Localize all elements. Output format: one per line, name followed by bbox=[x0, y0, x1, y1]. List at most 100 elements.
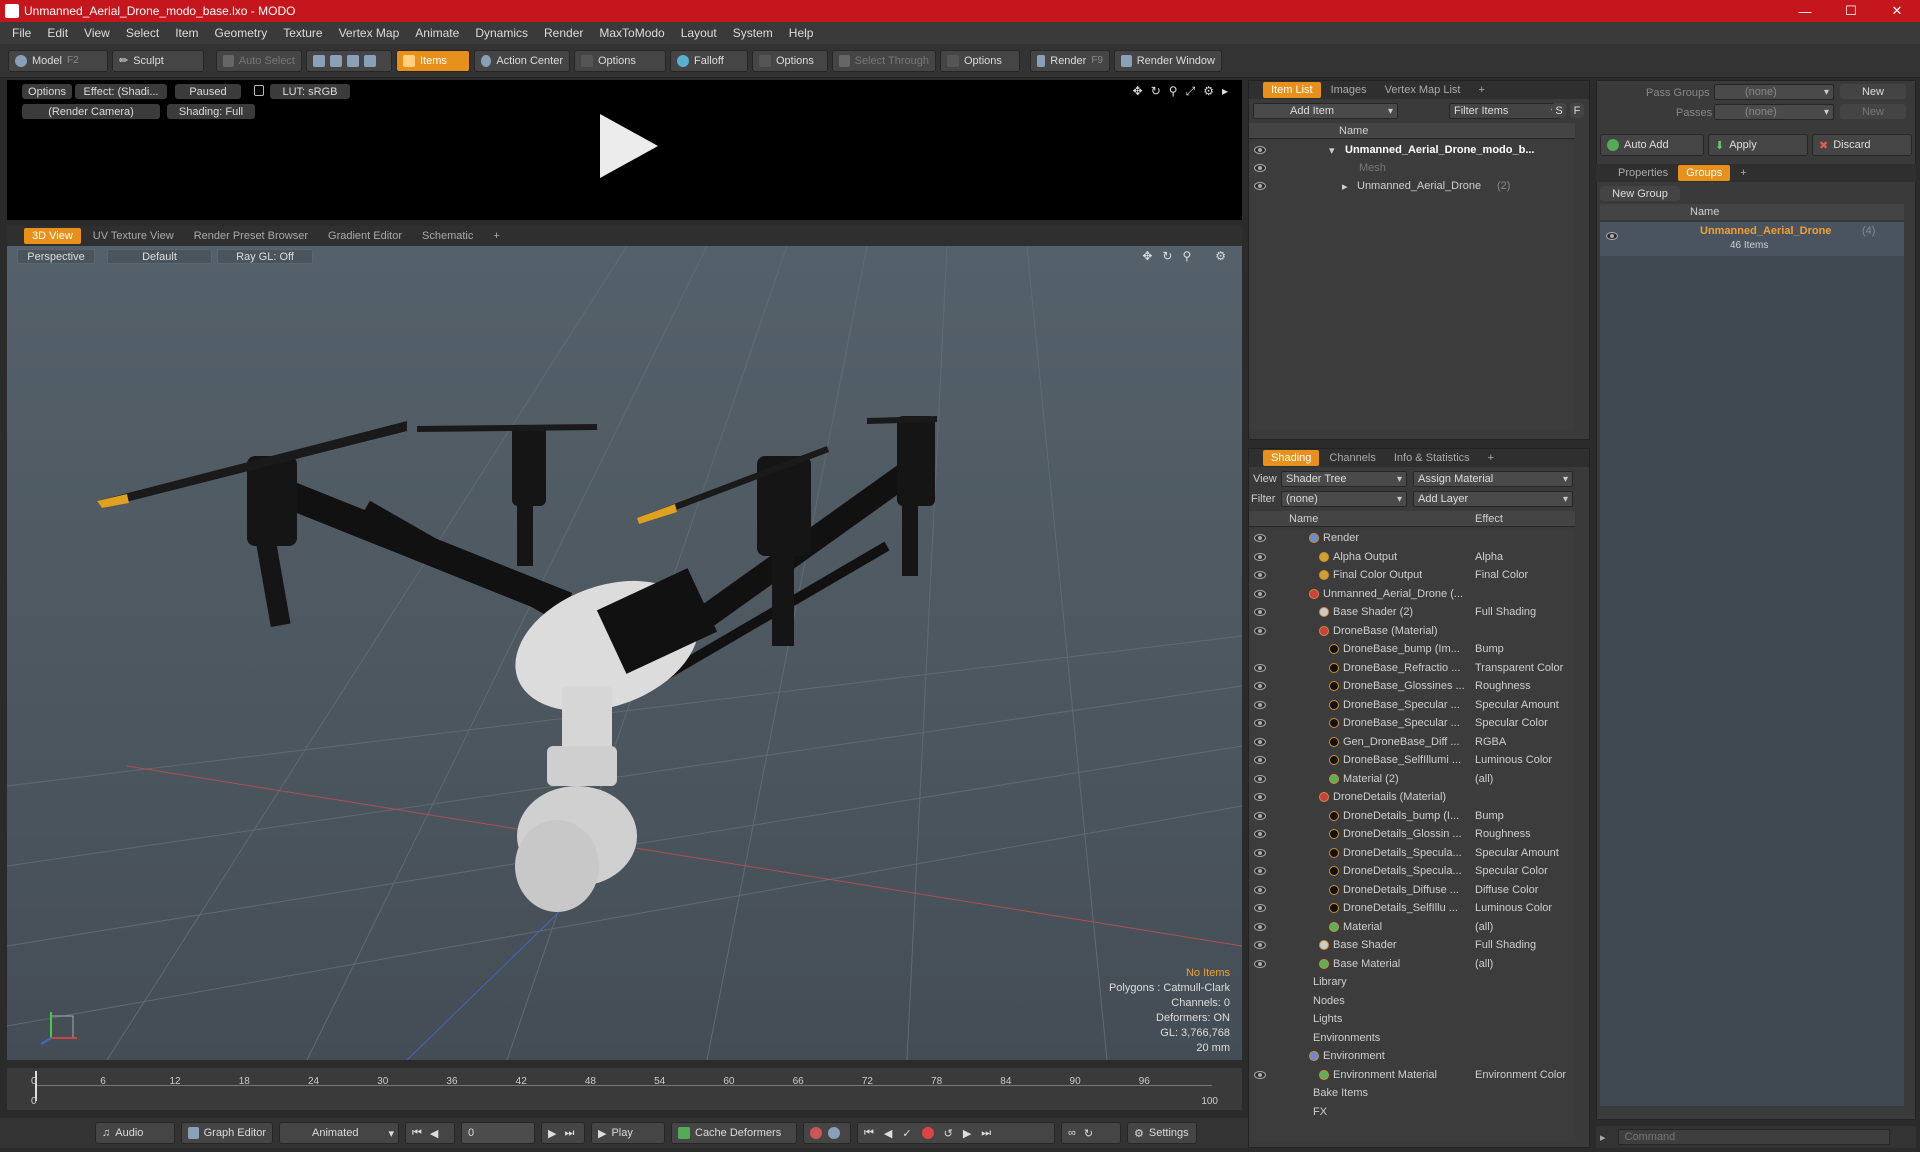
eye-icon[interactable] bbox=[1254, 1070, 1266, 1079]
auto-select-button[interactable]: Auto Select bbox=[216, 49, 302, 72]
shader-tree-row[interactable]: Base Material (all) bbox=[1249, 955, 1575, 973]
cache-deformers-button[interactable]: Cache Deformers bbox=[671, 1122, 797, 1144]
shader-tree-row[interactable]: Render bbox=[1249, 529, 1575, 547]
eye-icon[interactable] bbox=[1254, 830, 1266, 838]
new-pass-group-button[interactable]: New bbox=[1840, 84, 1906, 99]
prev-frame-icon[interactable]: ◀ bbox=[884, 1127, 892, 1140]
tree-row-scene[interactable]: ▾ Unmanned_Aerial_Drone_modo_b... bbox=[1249, 141, 1575, 159]
eye-icon[interactable] bbox=[1254, 164, 1266, 172]
effect-dropdown[interactable]: Effect: (Shadi... bbox=[75, 84, 167, 99]
timeline[interactable]: 0 6 12 18 24 30 36 42 48 54 60 66 72 78 84 90 96 0 100 bbox=[7, 1068, 1242, 1110]
shader-tree-row[interactable]: DroneDetails_bump (I... Bump bbox=[1249, 807, 1575, 825]
minimize-button[interactable]: — bbox=[1782, 0, 1828, 22]
layer-effect[interactable]: Roughness bbox=[1475, 828, 1573, 840]
tab-channels[interactable]: Channels bbox=[1321, 450, 1383, 466]
tab-properties[interactable]: Properties bbox=[1610, 165, 1676, 181]
add-tab-icon[interactable]: + bbox=[485, 228, 507, 244]
loop-icon[interactable]: ↺ bbox=[944, 1127, 953, 1140]
layer-effect[interactable]: Specular Amount bbox=[1475, 699, 1573, 711]
add-layer-dropdown[interactable]: Add Layer bbox=[1413, 491, 1573, 507]
sculpt-button[interactable]: ✏ Sculpt bbox=[112, 49, 204, 72]
add-tab-icon[interactable]: + bbox=[1470, 82, 1492, 98]
tab-3d-view[interactable]: 3D View bbox=[24, 228, 81, 244]
layer-effect[interactable]: Luminous Color bbox=[1475, 754, 1573, 766]
layer-effect[interactable]: Specular Color bbox=[1475, 717, 1573, 729]
shader-tree-row[interactable]: DroneBase_bump (Im... Bump bbox=[1249, 640, 1575, 658]
eye-icon[interactable] bbox=[1254, 959, 1266, 968]
prev-key-icon[interactable]: ⏮ bbox=[864, 1127, 874, 1140]
menu-edit[interactable]: Edit bbox=[39, 26, 76, 40]
shader-tree-row[interactable]: Final Color Output Final Color bbox=[1249, 566, 1575, 584]
shader-tree-row[interactable]: Environments bbox=[1249, 1029, 1575, 1047]
pan-icon[interactable]: ✥ bbox=[1142, 249, 1152, 263]
render-window-button[interactable]: Render Window bbox=[1114, 49, 1222, 72]
layer-effect[interactable]: Transparent Color bbox=[1475, 662, 1573, 674]
command-input[interactable] bbox=[1617, 1129, 1890, 1145]
shader-tree-row[interactable]: DroneDetails_Diffuse ... Diffuse Color bbox=[1249, 881, 1575, 899]
eye-icon[interactable] bbox=[1254, 182, 1266, 190]
eye-icon[interactable] bbox=[1254, 571, 1266, 579]
tab-uv-texture-view[interactable]: UV Texture View bbox=[85, 228, 182, 244]
chevron-right-icon[interactable]: ▸ bbox=[1222, 84, 1228, 99]
menu-animate[interactable]: Animate bbox=[407, 26, 467, 40]
animated-dropdown[interactable]: Animated ▾ bbox=[279, 1122, 399, 1144]
layer-effect[interactable]: (all) bbox=[1475, 773, 1573, 785]
tab-groups[interactable]: Groups bbox=[1678, 165, 1731, 181]
skip-end-icon[interactable]: ⏭ bbox=[564, 1127, 574, 1140]
maximize-button[interactable]: ☐ bbox=[1828, 0, 1874, 22]
layer-effect[interactable]: Diffuse Color bbox=[1475, 884, 1573, 896]
zoom-icon[interactable]: ⚲ bbox=[1182, 249, 1191, 263]
render-button[interactable]: Render F9 bbox=[1030, 49, 1110, 72]
new-group-button[interactable]: New Group bbox=[1600, 186, 1680, 201]
extra-tools[interactable]: ∞ ↻ bbox=[1061, 1122, 1121, 1144]
eye-icon[interactable] bbox=[1254, 534, 1266, 542]
tab-item-list[interactable]: Item List bbox=[1263, 82, 1321, 98]
menu-dynamics[interactable]: Dynamics bbox=[467, 26, 536, 40]
layer-effect[interactable]: Alpha bbox=[1475, 551, 1573, 563]
move-icon[interactable]: ✥ bbox=[1133, 84, 1143, 99]
close-button[interactable]: ✕ bbox=[1874, 0, 1920, 22]
forward-buttons[interactable]: ▶ ⏭ bbox=[541, 1122, 585, 1144]
projection-dropdown[interactable]: Perspective bbox=[17, 249, 95, 264]
filter-dropdown[interactable]: (none) bbox=[1281, 491, 1407, 507]
settings-button[interactable]: ⚙ Settings bbox=[1127, 1122, 1197, 1144]
items-mode-button[interactable]: Items bbox=[396, 49, 470, 72]
eye-icon[interactable] bbox=[1254, 904, 1266, 912]
shader-tree-row[interactable]: Material (all) bbox=[1249, 918, 1575, 936]
view-dropdown[interactable]: Shader Tree bbox=[1281, 471, 1407, 487]
next-frame-icon[interactable]: ▶ bbox=[963, 1127, 971, 1140]
maximize-icon[interactable]: ⤢ bbox=[1186, 84, 1196, 99]
rotate-icon[interactable]: ↻ bbox=[1151, 84, 1161, 99]
add-tab-icon[interactable]: + bbox=[1480, 450, 1502, 466]
layer-effect[interactable]: Roughness bbox=[1475, 680, 1573, 692]
raygl-dropdown[interactable]: Ray GL: Off bbox=[217, 249, 313, 264]
tree-row-group[interactable]: ▸ Unmanned_Aerial_Drone (2) bbox=[1249, 177, 1575, 195]
new-pass-button[interactable]: New bbox=[1840, 104, 1906, 119]
link-icon[interactable]: ∞ bbox=[1068, 1127, 1076, 1139]
tab-schematic[interactable]: Schematic bbox=[414, 228, 481, 244]
shader-tree-row[interactable]: DroneDetails_Glossin ... Roughness bbox=[1249, 825, 1575, 843]
eye-icon[interactable] bbox=[1254, 941, 1266, 949]
shader-tree-row[interactable]: FX bbox=[1249, 1103, 1575, 1121]
action-center-button[interactable]: Action Center bbox=[474, 49, 570, 72]
shader-tree-row[interactable]: Library bbox=[1249, 973, 1575, 991]
layer-effect[interactable]: (all) bbox=[1475, 958, 1573, 970]
selection-mode-buttons[interactable] bbox=[306, 49, 392, 72]
layer-effect[interactable]: Specular Amount bbox=[1475, 847, 1573, 859]
filter-items-input[interactable]: Filter Items bbox=[1449, 103, 1561, 119]
eye-icon[interactable] bbox=[1254, 608, 1266, 616]
select-through-button[interactable]: Select Through bbox=[832, 49, 936, 72]
add-tab-icon[interactable]: + bbox=[1732, 165, 1754, 181]
menu-layout[interactable]: Layout bbox=[673, 26, 725, 40]
graph-editor-button[interactable]: Graph Editor bbox=[181, 1122, 273, 1144]
discard-button[interactable]: ✖ Discard bbox=[1812, 134, 1912, 156]
lock-icon[interactable] bbox=[254, 85, 264, 96]
layer-effect[interactable]: Full Shading bbox=[1475, 939, 1573, 951]
layer-effect[interactable]: RGBA bbox=[1475, 736, 1573, 748]
eye-icon[interactable] bbox=[1254, 719, 1266, 727]
audio-button[interactable]: ♫ Audio bbox=[95, 1122, 175, 1144]
expand-icon[interactable]: ▸ bbox=[1342, 180, 1348, 193]
menu-help[interactable]: Help bbox=[781, 26, 822, 40]
eye-icon[interactable] bbox=[1254, 146, 1266, 154]
shader-tree-row[interactable]: DroneDetails (Material) bbox=[1249, 788, 1575, 806]
